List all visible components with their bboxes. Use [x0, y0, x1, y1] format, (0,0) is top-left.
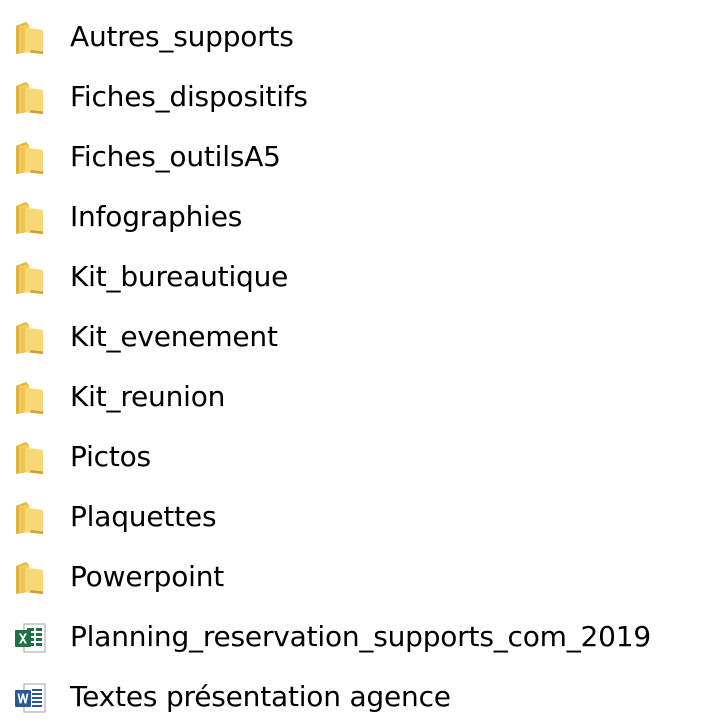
file-list: Autres_supports Fiches_dispositifs Fiche…	[0, 0, 707, 715]
item-name: Infographies	[70, 200, 243, 233]
list-item-fiches-dispositifs[interactable]: Fiches_dispositifs	[0, 68, 707, 128]
folder-icon	[13, 441, 47, 475]
folder-icon	[13, 21, 47, 55]
item-name: Fiches_outilsA5	[70, 140, 281, 173]
list-item-kit-bureautique[interactable]: Kit_bureautique	[0, 248, 707, 308]
item-name: Textes présentation agence	[70, 680, 451, 713]
folder-icon	[13, 201, 47, 235]
folder-icon	[13, 501, 47, 535]
list-item-pictos[interactable]: Pictos	[0, 428, 707, 488]
list-item-kit-evenement[interactable]: Kit_evenement	[0, 308, 707, 368]
list-item-textes-word[interactable]: Textes présentation agence	[0, 668, 707, 728]
list-item-plaquettes[interactable]: Plaquettes	[0, 488, 707, 548]
item-name: Pictos	[70, 440, 151, 473]
folder-icon	[13, 561, 47, 595]
excel-file-icon	[13, 621, 47, 655]
folder-icon	[13, 381, 47, 415]
item-name: Kit_evenement	[70, 320, 278, 353]
item-name: Kit_reunion	[70, 380, 226, 413]
list-item-kit-reunion[interactable]: Kit_reunion	[0, 368, 707, 428]
folder-icon	[13, 261, 47, 295]
item-name: Plaquettes	[70, 500, 217, 533]
word-file-icon	[13, 681, 47, 715]
list-item-autres-supports[interactable]: Autres_supports	[0, 8, 707, 68]
folder-icon	[13, 81, 47, 115]
list-item-fiches-outilsa5[interactable]: Fiches_outilsA5	[0, 128, 707, 188]
item-name: Fiches_dispositifs	[70, 80, 308, 113]
folder-icon	[13, 141, 47, 175]
item-name: Autres_supports	[70, 20, 294, 53]
folder-icon	[13, 321, 47, 355]
item-name: Kit_bureautique	[70, 260, 289, 293]
list-item-planning-excel[interactable]: Planning_reservation_supports_com_2019	[0, 608, 707, 668]
list-item-infographies[interactable]: Infographies	[0, 188, 707, 248]
item-name: Powerpoint	[70, 560, 225, 593]
item-name: Planning_reservation_supports_com_2019	[70, 620, 651, 653]
list-item-powerpoint[interactable]: Powerpoint	[0, 548, 707, 608]
